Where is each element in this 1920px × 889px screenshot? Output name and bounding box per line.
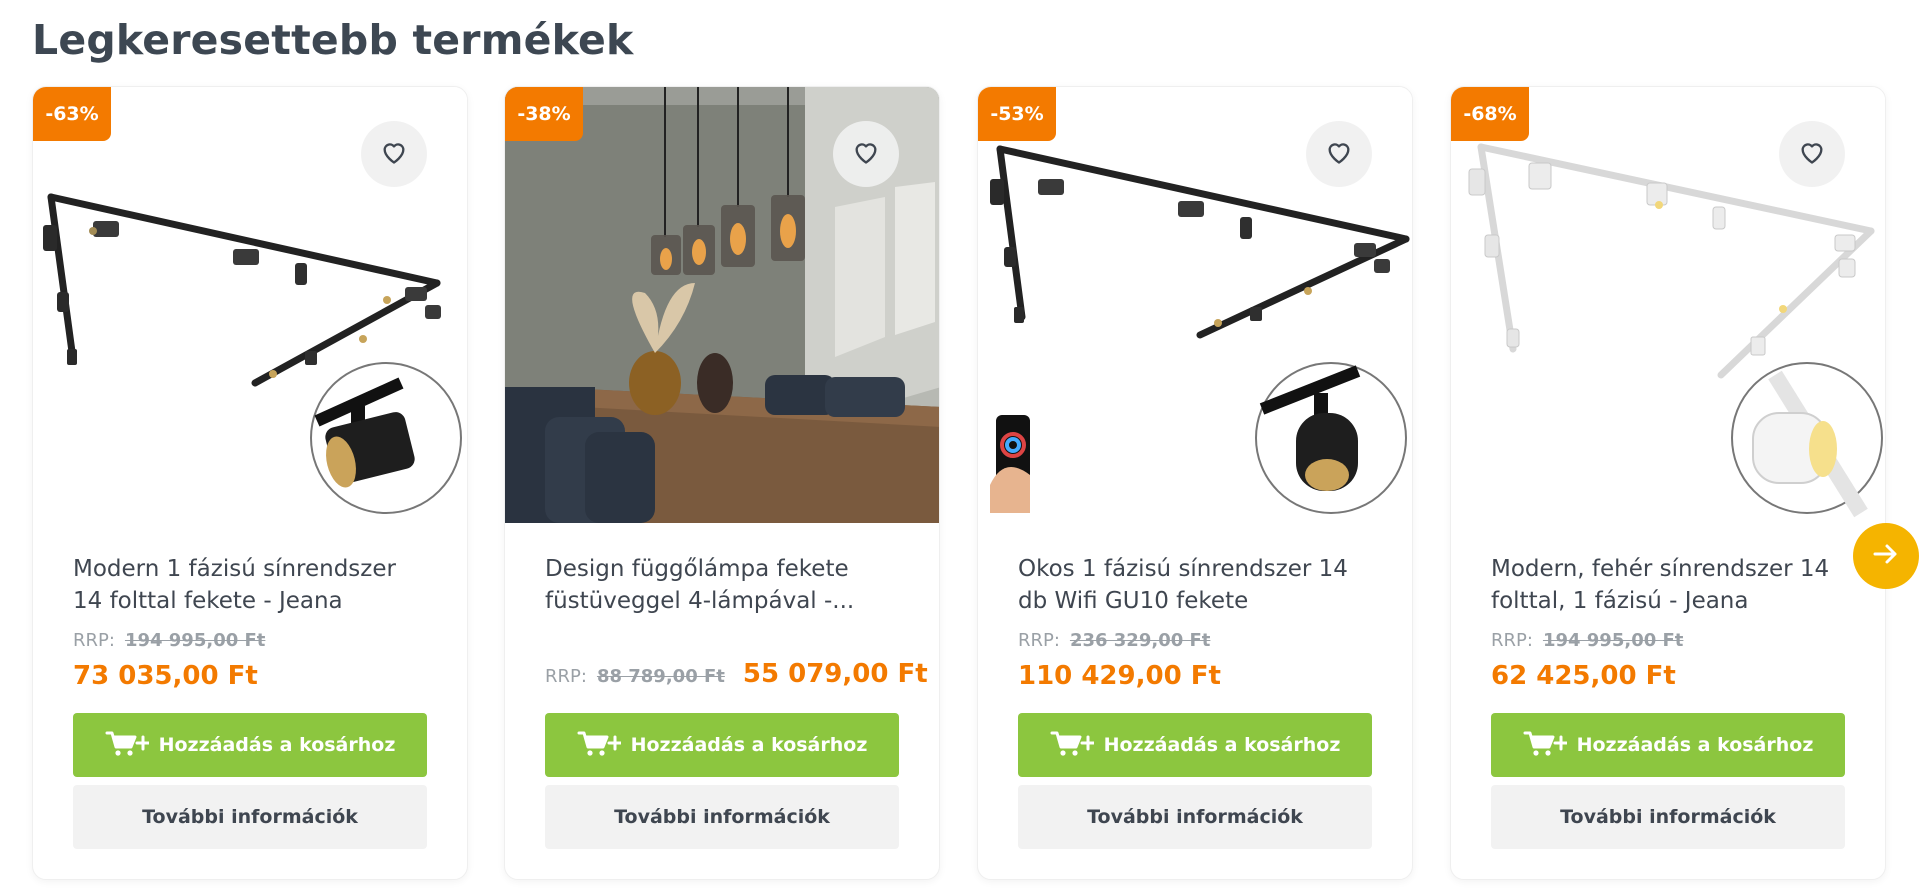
add-to-cart-label: Hozzáadás a kosárhoz [158, 734, 396, 756]
product-card[interactable]: -63% Modern 1 fázisú sínrendszer 14 folt… [32, 86, 468, 880]
more-info-button[interactable]: További információk [1018, 785, 1372, 849]
wishlist-button[interactable] [1779, 121, 1845, 187]
rrp-label: RRP: [73, 630, 115, 651]
wishlist-button[interactable] [833, 121, 899, 187]
rrp-price: 88 789,00 Ft [596, 666, 725, 687]
add-to-cart-label: Hozzáadás a kosárhoz [630, 734, 868, 756]
sale-price: 73 035,00 Ft [73, 661, 258, 691]
wishlist-button[interactable] [361, 121, 427, 187]
carousel-next-button[interactable] [1853, 523, 1919, 589]
cart-plus-icon [1050, 729, 1096, 762]
heart-outline-icon [1325, 139, 1353, 169]
rrp-row: RRP: 236 329,00 Ft [1018, 630, 1210, 651]
discount-badge: -63% [33, 87, 111, 141]
add-to-cart-label: Hozzáadás a kosárhoz [1576, 734, 1814, 756]
add-to-cart-button[interactable]: Hozzáadás a kosárhoz [1018, 713, 1372, 777]
discount-badge: -53% [978, 87, 1056, 141]
more-info-button[interactable]: További információk [545, 785, 899, 849]
heart-outline-icon [1798, 139, 1826, 169]
rrp-label: RRP: [1018, 630, 1060, 651]
product-card[interactable]: -38% Design függőlámpa fekete füstüvegge… [504, 86, 940, 880]
add-to-cart-button[interactable]: Hozzáadás a kosárhoz [1491, 713, 1845, 777]
rrp-label: RRP: [545, 666, 587, 687]
discount-badge: -68% [1451, 87, 1529, 141]
heart-outline-icon [852, 139, 880, 169]
rrp-row: RRP: 88 789,00 Ft 55 079,00 Ft [545, 659, 928, 689]
cart-plus-icon [1523, 729, 1569, 762]
more-info-button[interactable]: További információk [73, 785, 427, 849]
sale-price: 55 079,00 Ft [742, 659, 928, 689]
add-to-cart-label: Hozzáadás a kosárhoz [1103, 734, 1341, 756]
product-card[interactable]: -68% Modern, fehér sínrendszer 14 foltta… [1450, 86, 1886, 880]
section-title: Legkeresettebb termékek [32, 16, 634, 64]
product-title[interactable]: Modern 1 fázisú sínrendszer 14 folttal f… [73, 553, 413, 617]
rrp-row: RRP: 194 995,00 Ft [73, 630, 265, 651]
product-title[interactable]: Modern, fehér sínrendszer 14 folttal, 1 … [1491, 553, 1831, 617]
product-card[interactable]: -53% Okos 1 fázisú sínrendszer 14 db Wif… [977, 86, 1413, 880]
product-title[interactable]: Okos 1 fázisú sínrendszer 14 db Wifi GU1… [1018, 553, 1358, 617]
rrp-row: RRP: 194 995,00 Ft [1491, 630, 1683, 651]
more-info-button[interactable]: További információk [1491, 785, 1845, 849]
discount-badge: -38% [505, 87, 583, 141]
sale-price: 62 425,00 Ft [1491, 661, 1676, 691]
rrp-price: 194 995,00 Ft [124, 630, 266, 651]
heart-outline-icon [380, 139, 408, 169]
cart-plus-icon [577, 729, 623, 762]
add-to-cart-button[interactable]: Hozzáadás a kosárhoz [73, 713, 427, 777]
wishlist-button[interactable] [1306, 121, 1372, 187]
arrow-right-icon [1873, 543, 1899, 569]
sale-price: 110 429,00 Ft [1018, 661, 1221, 691]
add-to-cart-button[interactable]: Hozzáadás a kosárhoz [545, 713, 899, 777]
rrp-label: RRP: [1491, 630, 1533, 651]
cart-plus-icon [105, 729, 151, 762]
rrp-price: 194 995,00 Ft [1542, 630, 1684, 651]
product-title[interactable]: Design függőlámpa fekete füstüveggel 4-l… [545, 553, 885, 617]
rrp-price: 236 329,00 Ft [1069, 630, 1211, 651]
